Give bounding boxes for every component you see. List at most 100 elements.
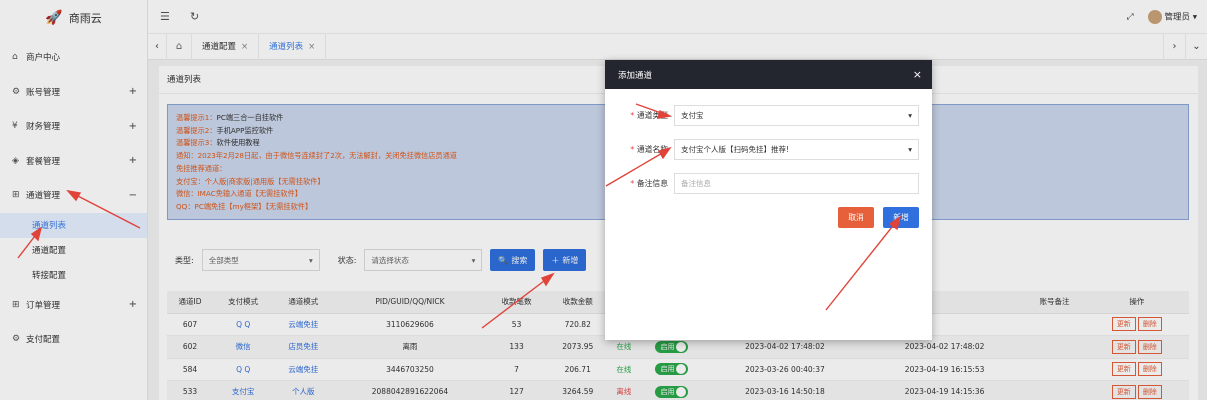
chevron-down-icon[interactable]: ⌄	[1185, 33, 1207, 60]
account-note	[1024, 335, 1085, 359]
online-status: 在线	[608, 358, 639, 381]
sidebar-item[interactable]: ⚙ 账号管理 +	[0, 75, 147, 110]
delete-button[interactable]: 删除	[1137, 362, 1162, 377]
toggle-knob	[676, 386, 687, 397]
close-icon[interactable]: ×	[241, 42, 248, 52]
toggle-cell: 启用	[638, 380, 706, 400]
status-select[interactable]: 请选择状态 ▾	[364, 249, 483, 271]
enable-toggle[interactable]: 启用	[655, 385, 689, 398]
expand-icon[interactable]: +	[129, 155, 137, 166]
actions-cell: 更新 删除	[1084, 313, 1189, 336]
channel-mode: 店员免挂	[273, 335, 334, 359]
sidebar-item[interactable]: ⚙ 支付配置	[0, 322, 147, 357]
receive-count: 127	[486, 380, 547, 400]
cancel-button[interactable]: 取消	[838, 207, 874, 228]
update-button[interactable]: 更新	[1111, 339, 1136, 354]
field-label-text: 通道类型	[636, 111, 668, 120]
fullscreen-icon[interactable]: ⤢	[1127, 12, 1134, 22]
enable-toggle[interactable]: 启用	[655, 340, 689, 353]
table-header: 通道模式	[273, 291, 334, 314]
home-icon: ⌂	[12, 52, 18, 63]
add-button[interactable]: ＋新增	[543, 249, 587, 271]
field-value: 支付宝个人版【扫码免挂】推荐!	[681, 145, 790, 154]
pay-mode: 支付宝	[213, 380, 274, 400]
search-icon: 🔍	[498, 255, 509, 265]
table-header: PID/GUID/QQ/NICK	[333, 291, 487, 314]
actions-cell: 更新 删除	[1084, 335, 1189, 359]
menu-toggle-icon[interactable]: ☰	[160, 10, 178, 23]
sidebar-subitem[interactable]: 通道配置	[0, 238, 147, 263]
update-button[interactable]: 更新	[1111, 384, 1136, 399]
channel-icon: ⊞	[12, 190, 20, 201]
delete-button[interactable]: 删除	[1137, 384, 1162, 399]
search-button[interactable]: 🔍 搜索	[490, 249, 536, 271]
notice-value[interactable]: 手机APP监控软件	[217, 126, 274, 135]
notice-key: 通知：2023年2月28日起，由于微信号连续封了2次，无法解封，关闭免挂微信店员…	[176, 151, 457, 161]
type-label: 类型:	[175, 255, 194, 265]
sidebar-item[interactable]: ◈ 套餐管理 +	[0, 144, 147, 179]
app-logo[interactable]: 🚀 商雨云	[0, 0, 147, 36]
expand-icon[interactable]: +	[129, 299, 137, 310]
receive-amount: 2073.95	[546, 335, 609, 359]
sidebar-item[interactable]: ¥ 财务管理 +	[0, 109, 147, 144]
expand-icon[interactable]: +	[129, 121, 137, 132]
delete-button[interactable]: 删除	[1137, 339, 1162, 354]
tab-scroll-right-icon[interactable]: ›	[1163, 33, 1185, 60]
expand-icon[interactable]: −	[129, 190, 137, 201]
sidebar-subitem[interactable]: 转接配置	[0, 263, 147, 288]
update-button[interactable]: 更新	[1111, 362, 1136, 377]
user-menu[interactable]: 管理员 ▾	[1147, 9, 1197, 24]
sidebar-item-label: 订单管理	[26, 300, 61, 311]
sidebar-item-label: 套餐管理	[26, 156, 61, 167]
add-channel-modal: 添加通道 × * 通道类型 支付宝 ▾ * 通道名称 支付宝个人版【扫码免挂】推荐! ▾ *…	[605, 60, 932, 340]
close-icon[interactable]: ×	[308, 42, 315, 52]
tab-scroll-left-icon[interactable]: ‹	[148, 41, 166, 52]
form-row: * 通道类型 支付宝 ▾	[617, 105, 919, 126]
update-button[interactable]: 更新	[1111, 317, 1136, 332]
form-row: * 备注信息 备注信息	[617, 173, 919, 194]
field-value: 支付宝	[681, 111, 704, 120]
refresh-icon[interactable]: ↻	[190, 10, 208, 23]
close-icon[interactable]: ×	[913, 68, 922, 81]
rocket-icon: 🚀	[45, 10, 63, 26]
toggle-knob	[676, 341, 687, 352]
sidebar-item-label: 通道管理	[26, 191, 61, 202]
sidebar-item[interactable]: ⌂ 商户中心	[0, 40, 147, 75]
account-note	[1024, 380, 1085, 400]
channel-mode: 个人版	[273, 380, 334, 400]
enable-toggle[interactable]: 启用	[655, 363, 689, 376]
notice-key: 温馨提示2：	[176, 125, 217, 135]
toggle-label: 启用	[660, 387, 675, 396]
modal-header: 添加通道 ×	[605, 60, 932, 89]
expand-icon[interactable]: +	[129, 86, 137, 97]
notice-key: 免挂推荐通道：	[176, 163, 227, 173]
delete-button[interactable]: 删除	[1137, 317, 1162, 332]
pay-mode: Q Q	[213, 313, 274, 336]
channel-select[interactable]: 支付宝 ▾	[674, 105, 919, 126]
caret-down-icon: ▾	[908, 111, 912, 120]
type-select[interactable]: 全部类型 ▾	[201, 249, 320, 271]
notice-key: 支付宝：个人版|商家版|通用版【无需挂软件】	[176, 176, 325, 186]
pay-mode: 微信	[213, 335, 274, 359]
home-tab-icon[interactable]: ⌂	[166, 33, 192, 60]
channel-select[interactable]: 支付宝个人版【扫码免挂】推荐! ▾	[674, 139, 919, 160]
confirm-add-button[interactable]: 新增	[883, 207, 919, 228]
table-header: 操作	[1084, 291, 1189, 314]
toggle-cell: 启用	[638, 358, 706, 381]
sidebar-subitem[interactable]: 通道列表	[0, 212, 147, 238]
tab-channel-config[interactable]: 通道配置 ×	[192, 33, 260, 60]
sidebar-item-label: 财务管理	[26, 122, 61, 133]
sidebar-item[interactable]: ⊞ 订单管理 +	[0, 288, 147, 323]
channel-mode: 云端免挂	[273, 358, 334, 381]
tab-channel-list[interactable]: 通道列表 ×	[259, 33, 327, 60]
remark-input[interactable]: 备注信息	[674, 173, 919, 194]
notice-value[interactable]: 软件使用教程	[217, 138, 260, 147]
sidebar-item[interactable]: ⊞ 通道管理 −	[0, 178, 147, 213]
caret-down-icon: ▾	[471, 255, 476, 265]
package-icon: ◈	[12, 155, 19, 166]
account-note	[1024, 358, 1085, 381]
field-label: * 备注信息	[617, 178, 674, 189]
notice-value[interactable]: PC端三合一自挂软件	[217, 113, 284, 122]
receive-amount: 3264.59	[546, 380, 609, 400]
payment-icon: ⚙	[12, 334, 21, 345]
